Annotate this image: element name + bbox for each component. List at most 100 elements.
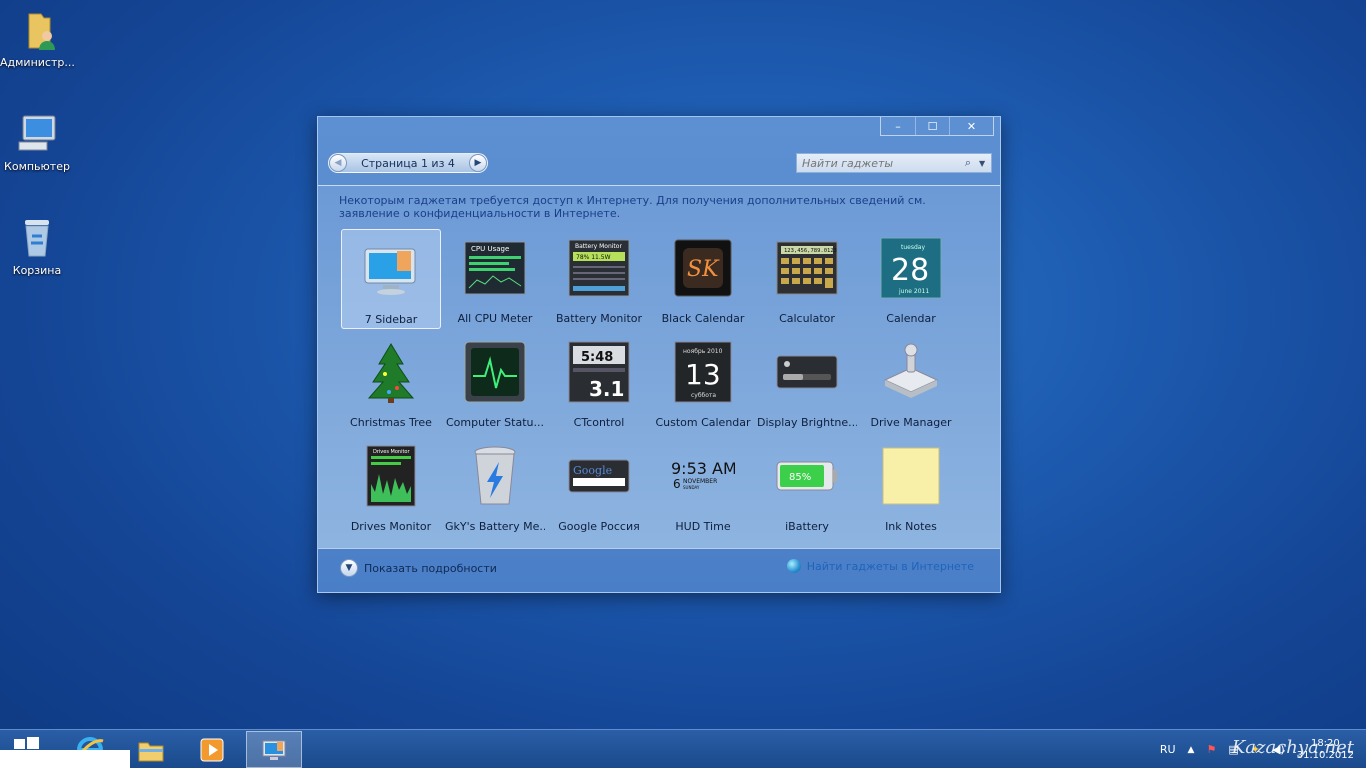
action-center-flag-icon[interactable]: ⚑ (1206, 743, 1216, 756)
gadget-name: GkY's Battery Me... (445, 520, 545, 533)
hud-time-icon: 9:53 AM 6 NOVEMBER SUNDAY (671, 444, 737, 508)
hud-month: NOVEMBER (683, 478, 717, 485)
gadget-name: HUD Time (675, 520, 731, 533)
heartbeat-monitor-icon (463, 340, 527, 404)
watermark: Kazachya.net (1231, 737, 1354, 758)
cc-day: 13 (685, 358, 721, 391)
gadget-name: Ink Notes (885, 520, 937, 533)
show-details-toggle[interactable]: ▼ Показать подробности (340, 559, 497, 577)
gadget-drives-monitor[interactable]: Drives Monitor Drives Monitor (341, 437, 441, 537)
calc-display: 123,456,789.0123 (784, 248, 837, 254)
show-hidden-icons-button[interactable]: ▲ (1188, 745, 1195, 755)
green-battery-icon: 85% (775, 444, 839, 508)
gadget-name: CTcontrol (573, 416, 625, 429)
gadget-name: Drives Monitor (350, 520, 432, 533)
get-gadgets-online-link[interactable]: Найти гаджеты в Интернете (786, 559, 974, 573)
gadget-google-russia[interactable]: Google Google Россия (549, 437, 649, 537)
desktop-icon-label: Компьютер (4, 160, 70, 173)
search-icon[interactable]: ⌕ (957, 156, 979, 170)
chevron-down-icon: ▼ (340, 559, 358, 577)
ct-time: 5:48 (581, 350, 613, 365)
cc-weekday: суббота (691, 392, 716, 399)
chevron-down-icon[interactable]: ▼ (979, 159, 991, 168)
taskbar-explorer[interactable] (123, 731, 179, 768)
gadget-battery-monitor[interactable]: Battery Monitor 78% 11.5W Battery Monitor (549, 229, 649, 329)
language-indicator[interactable]: RU (1160, 743, 1176, 756)
search-input[interactable] (797, 154, 957, 172)
gadget-gky-battery-meter[interactable]: GkY's Battery Me... (445, 437, 545, 537)
taskbar-gadgets[interactable] (246, 731, 302, 768)
battery-monitor-icon: Battery Monitor 78% 11.5W (567, 236, 631, 300)
desktop-icon-recycle-bin[interactable]: Корзина (0, 216, 74, 277)
sk-text: SK (687, 257, 720, 282)
drives-monitor-icon: Drives Monitor (359, 444, 423, 508)
gadget-list-area: Некоторым гаджетам требуется доступ к Ин… (318, 185, 1000, 549)
cpu-meter-icon: CPU Usage (463, 236, 527, 300)
gadget-christmas-tree[interactable]: Christmas Tree (341, 333, 441, 433)
google-search-icon: Google (567, 444, 631, 508)
gadget-name: Google Россия (558, 520, 640, 533)
custom-calendar-icon: ноябрь 2010 13 суббота (671, 340, 735, 404)
folder-icon (138, 742, 164, 761)
gadget-name: All CPU Meter (457, 312, 533, 325)
hud-time: 9:53 AM (671, 459, 735, 478)
gadget-custom-calendar[interactable]: ноябрь 2010 13 суббота Custom Calendar (653, 333, 753, 433)
close-button[interactable]: ✕ (949, 117, 993, 135)
taskbar: RU ▲ ⚑ ▤ ✦ ◀) 18:20 31.10.2012 Kazachya.… (0, 729, 1366, 768)
gadget-name: Black Calendar (661, 312, 745, 325)
gadget-computer-status[interactable]: Computer Statu... (445, 333, 545, 433)
drive-icon (879, 340, 943, 404)
desktop-icon-label: Администр... (0, 56, 75, 69)
gadget-ctcontrol[interactable]: 5:48 3.1 CTcontrol (549, 333, 649, 433)
page-navigator: ◀ Страница 1 из 4 ▶ (328, 153, 488, 173)
gadget-calculator[interactable]: 123,456,789.0123 Calculator (757, 229, 857, 329)
gadget-drive-manager[interactable]: Drive Manager (861, 333, 961, 433)
gadget-ibattery[interactable]: 85% iBattery (757, 437, 857, 537)
gadget-hud-time[interactable]: 9:53 AM 6 NOVEMBER SUNDAY HUD Time (653, 437, 753, 537)
computer-icon (15, 112, 59, 156)
recycle-bolt-icon (463, 444, 527, 508)
hud-weekday: SUNDAY (683, 485, 700, 490)
page-indicator: Страница 1 из 4 (361, 156, 455, 170)
cpu-title: CPU Usage (471, 245, 509, 253)
gadget-name: Calendar (886, 312, 936, 325)
gadget-display-brightness[interactable]: Display Brightne... (757, 333, 857, 433)
gadget-name: Christmas Tree (350, 416, 432, 429)
show-details-label: Показать подробности (364, 561, 497, 575)
drives-title: Drives Monitor (373, 449, 410, 455)
gadget-7-sidebar[interactable]: 7 Sidebar (341, 229, 441, 329)
gadget-all-cpu-meter[interactable]: CPU Usage All CPU Meter (445, 229, 545, 329)
sticky-note-icon (879, 444, 943, 508)
calendar-icon: tuesday 28 june 2011 (879, 236, 943, 300)
minimize-button[interactable]: – (881, 117, 915, 135)
cal-day: 28 (891, 253, 929, 288)
calculator-icon: 123,456,789.0123 (775, 236, 839, 300)
gadget-name: Battery Monitor (555, 312, 643, 325)
gadget-name: Display Brightne... (757, 416, 857, 429)
cal-month: june 2011 (898, 288, 929, 295)
user-folder-icon (15, 8, 59, 52)
desktop-icon-computer[interactable]: Компьютер (0, 112, 74, 173)
gadget-name: 7 Sidebar (364, 313, 418, 326)
gadget-name: Calculator (779, 312, 835, 325)
media-player-icon (200, 738, 224, 761)
ctcontrol-icon: 5:48 3.1 (567, 340, 631, 404)
prev-page-button[interactable]: ◀ (329, 154, 347, 172)
taskbar-media-player[interactable] (184, 731, 240, 768)
gadget-ink-notes[interactable]: Ink Notes (861, 437, 961, 537)
brightness-icon (775, 340, 839, 404)
gadget-black-calendar[interactable]: SK Black Calendar (653, 229, 753, 329)
gadget-calendar[interactable]: tuesday 28 june 2011 Calendar (861, 229, 961, 329)
desktop-icon-admin[interactable]: Администр... (0, 8, 75, 69)
gadget-gallery-window: – ☐ ✕ ◀ Страница 1 из 4 ▶ ⌕ ▼ Некоторым … (317, 116, 1001, 593)
ibattery-pct: 85% (789, 472, 811, 483)
monitor-icon (359, 237, 423, 301)
recycle-bin-icon (15, 216, 59, 260)
taskbar-overlay-box (0, 750, 130, 768)
get-gadgets-online-label: Найти гаджеты в Интернете (806, 559, 974, 573)
maximize-button[interactable]: ☐ (915, 117, 949, 135)
gadget-name: Custom Calendar (655, 416, 751, 429)
window-caption-buttons: – ☐ ✕ (880, 117, 994, 136)
gadget-search: ⌕ ▼ (796, 153, 992, 173)
next-page-button[interactable]: ▶ (469, 154, 487, 172)
